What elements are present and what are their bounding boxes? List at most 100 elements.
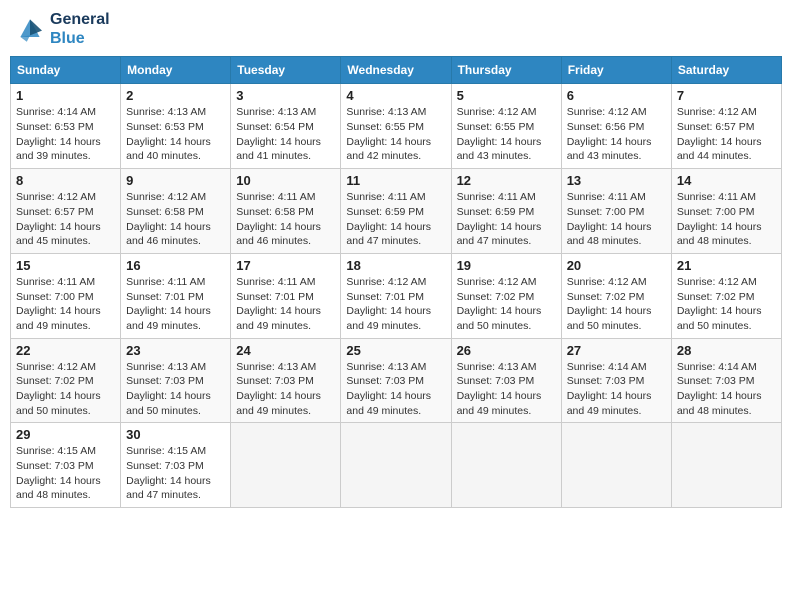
day-number: 13 [567, 173, 666, 188]
day-number: 20 [567, 258, 666, 273]
day-info: Sunrise: 4:11 AM Sunset: 6:58 PM Dayligh… [236, 190, 335, 249]
day-info: Sunrise: 4:12 AM Sunset: 6:57 PM Dayligh… [16, 190, 115, 249]
day-number: 6 [567, 88, 666, 103]
day-number: 15 [16, 258, 115, 273]
day-cell-29: 29 Sunrise: 4:15 AM Sunset: 7:03 PM Dayli… [11, 423, 121, 508]
day-cell-26: 26 Sunrise: 4:13 AM Sunset: 7:03 PM Dayli… [451, 338, 561, 423]
day-info: Sunrise: 4:11 AM Sunset: 7:01 PM Dayligh… [126, 275, 225, 334]
day-number: 1 [16, 88, 115, 103]
day-info: Sunrise: 4:11 AM Sunset: 6:59 PM Dayligh… [346, 190, 445, 249]
day-info: Sunrise: 4:11 AM Sunset: 7:01 PM Dayligh… [236, 275, 335, 334]
empty-cell [561, 423, 671, 508]
day-cell-12: 12Sunrise: 4:11 AM Sunset: 6:59 PM Dayli… [451, 169, 561, 254]
empty-cell [451, 423, 561, 508]
day-cell-19: 19 Sunrise: 4:12 AM Sunset: 7:02 PM Dayli… [451, 253, 561, 338]
header: General Blue [10, 10, 782, 48]
day-cell-25: 25 Sunrise: 4:13 AM Sunset: 7:03 PM Dayli… [341, 338, 451, 423]
day-number: 30 [126, 427, 225, 442]
column-header-wednesday: Wednesday [341, 57, 451, 84]
calendar-table: SundayMondayTuesdayWednesdayThursdayFrid… [10, 56, 782, 508]
day-cell-13: 13 Sunrise: 4:11 AM Sunset: 7:00 PM Dayli… [561, 169, 671, 254]
day-cell-28: 28 Sunrise: 4:14 AM Sunset: 7:03 PM Dayli… [671, 338, 781, 423]
day-info: Sunrise: 4:11 AM Sunset: 7:00 PM Dayligh… [677, 190, 776, 249]
day-info: Sunrise: 4:13 AM Sunset: 6:54 PM Dayligh… [236, 105, 335, 164]
day-number: 17 [236, 258, 335, 273]
day-cell-9: 9Sunrise: 4:12 AM Sunset: 6:58 PM Daylig… [121, 169, 231, 254]
day-info: Sunrise: 4:15 AM Sunset: 7:03 PM Dayligh… [126, 444, 225, 503]
day-cell-1: 1 Sunrise: 4:14 AM Sunset: 6:53 PM Daylig… [11, 84, 121, 169]
day-number: 21 [677, 258, 776, 273]
day-cell-14: 14 Sunrise: 4:11 AM Sunset: 7:00 PM Dayli… [671, 169, 781, 254]
day-number: 8 [16, 173, 115, 188]
day-number: 7 [677, 88, 776, 103]
day-cell-20: 20 Sunrise: 4:12 AM Sunset: 7:02 PM Dayli… [561, 253, 671, 338]
day-info: Sunrise: 4:12 AM Sunset: 7:02 PM Dayligh… [567, 275, 666, 334]
empty-cell [671, 423, 781, 508]
day-number: 18 [346, 258, 445, 273]
day-info: Sunrise: 4:11 AM Sunset: 7:00 PM Dayligh… [567, 190, 666, 249]
day-number: 19 [457, 258, 556, 273]
empty-cell [341, 423, 451, 508]
day-cell-30: 30 Sunrise: 4:15 AM Sunset: 7:03 PM Dayli… [121, 423, 231, 508]
day-number: 27 [567, 343, 666, 358]
day-number: 26 [457, 343, 556, 358]
day-info: Sunrise: 4:13 AM Sunset: 7:03 PM Dayligh… [457, 360, 556, 419]
day-cell-3: 3 Sunrise: 4:13 AM Sunset: 6:54 PM Daylig… [231, 84, 341, 169]
day-cell-18: 18 Sunrise: 4:12 AM Sunset: 7:01 PM Dayli… [341, 253, 451, 338]
day-number: 29 [16, 427, 115, 442]
column-header-monday: Monday [121, 57, 231, 84]
day-number: 11 [346, 173, 445, 188]
day-cell-11: 11 Sunrise: 4:11 AM Sunset: 6:59 PM Dayli… [341, 169, 451, 254]
day-info: Sunrise: 4:14 AM Sunset: 7:03 PM Dayligh… [567, 360, 666, 419]
day-number: 3 [236, 88, 335, 103]
day-info: Sunrise: 4:13 AM Sunset: 7:03 PM Dayligh… [346, 360, 445, 419]
day-number: 25 [346, 343, 445, 358]
day-info: Sunrise: 4:12 AM Sunset: 6:56 PM Dayligh… [567, 105, 666, 164]
column-header-thursday: Thursday [451, 57, 561, 84]
day-cell-6: 6 Sunrise: 4:12 AM Sunset: 6:56 PM Daylig… [561, 84, 671, 169]
day-info: Sunrise: 4:12 AM Sunset: 7:01 PM Dayligh… [346, 275, 445, 334]
logo: General Blue [14, 10, 110, 48]
day-number: 16 [126, 258, 225, 273]
day-info: Sunrise: 4:13 AM Sunset: 6:53 PM Dayligh… [126, 105, 225, 164]
day-cell-2: 2Sunrise: 4:13 AM Sunset: 6:53 PM Daylig… [121, 84, 231, 169]
day-cell-10: 10Sunrise: 4:11 AM Sunset: 6:58 PM Dayli… [231, 169, 341, 254]
day-cell-8: 8 Sunrise: 4:12 AM Sunset: 6:57 PM Daylig… [11, 169, 121, 254]
day-number: 22 [16, 343, 115, 358]
day-number: 23 [126, 343, 225, 358]
day-info: Sunrise: 4:14 AM Sunset: 7:03 PM Dayligh… [677, 360, 776, 419]
day-info: Sunrise: 4:12 AM Sunset: 6:57 PM Dayligh… [677, 105, 776, 164]
column-header-tuesday: Tuesday [231, 57, 341, 84]
day-info: Sunrise: 4:12 AM Sunset: 7:02 PM Dayligh… [16, 360, 115, 419]
day-cell-7: 7 Sunrise: 4:12 AM Sunset: 6:57 PM Daylig… [671, 84, 781, 169]
column-header-friday: Friday [561, 57, 671, 84]
day-info: Sunrise: 4:13 AM Sunset: 7:03 PM Dayligh… [236, 360, 335, 419]
day-info: Sunrise: 4:13 AM Sunset: 6:55 PM Dayligh… [346, 105, 445, 164]
day-cell-21: 21 Sunrise: 4:12 AM Sunset: 7:02 PM Dayli… [671, 253, 781, 338]
day-info: Sunrise: 4:12 AM Sunset: 7:02 PM Dayligh… [677, 275, 776, 334]
day-info: Sunrise: 4:15 AM Sunset: 7:03 PM Dayligh… [16, 444, 115, 503]
day-number: 14 [677, 173, 776, 188]
day-cell-5: 5 Sunrise: 4:12 AM Sunset: 6:55 PM Daylig… [451, 84, 561, 169]
day-number: 12 [457, 173, 556, 188]
day-cell-15: 15 Sunrise: 4:11 AM Sunset: 7:00 PM Dayli… [11, 253, 121, 338]
day-number: 4 [346, 88, 445, 103]
day-number: 5 [457, 88, 556, 103]
day-cell-22: 22 Sunrise: 4:12 AM Sunset: 7:02 PM Dayli… [11, 338, 121, 423]
day-cell-16: 16 Sunrise: 4:11 AM Sunset: 7:01 PM Dayli… [121, 253, 231, 338]
day-info: Sunrise: 4:12 AM Sunset: 6:55 PM Dayligh… [457, 105, 556, 164]
day-info: Sunrise: 4:12 AM Sunset: 6:58 PM Dayligh… [126, 190, 225, 249]
day-number: 28 [677, 343, 776, 358]
logo-text: General Blue [50, 10, 110, 48]
day-cell-4: 4 Sunrise: 4:13 AM Sunset: 6:55 PM Daylig… [341, 84, 451, 169]
day-cell-27: 27 Sunrise: 4:14 AM Sunset: 7:03 PM Dayli… [561, 338, 671, 423]
day-cell-17: 17 Sunrise: 4:11 AM Sunset: 7:01 PM Dayli… [231, 253, 341, 338]
logo-icon [14, 13, 46, 45]
day-cell-23: 23 Sunrise: 4:13 AM Sunset: 7:03 PM Dayli… [121, 338, 231, 423]
empty-cell [231, 423, 341, 508]
day-info: Sunrise: 4:11 AM Sunset: 7:00 PM Dayligh… [16, 275, 115, 334]
day-info: Sunrise: 4:14 AM Sunset: 6:53 PM Dayligh… [16, 105, 115, 164]
day-cell-24: 24Sunrise: 4:13 AM Sunset: 7:03 PM Dayli… [231, 338, 341, 423]
day-info: Sunrise: 4:13 AM Sunset: 7:03 PM Dayligh… [126, 360, 225, 419]
day-info: Sunrise: 4:12 AM Sunset: 7:02 PM Dayligh… [457, 275, 556, 334]
